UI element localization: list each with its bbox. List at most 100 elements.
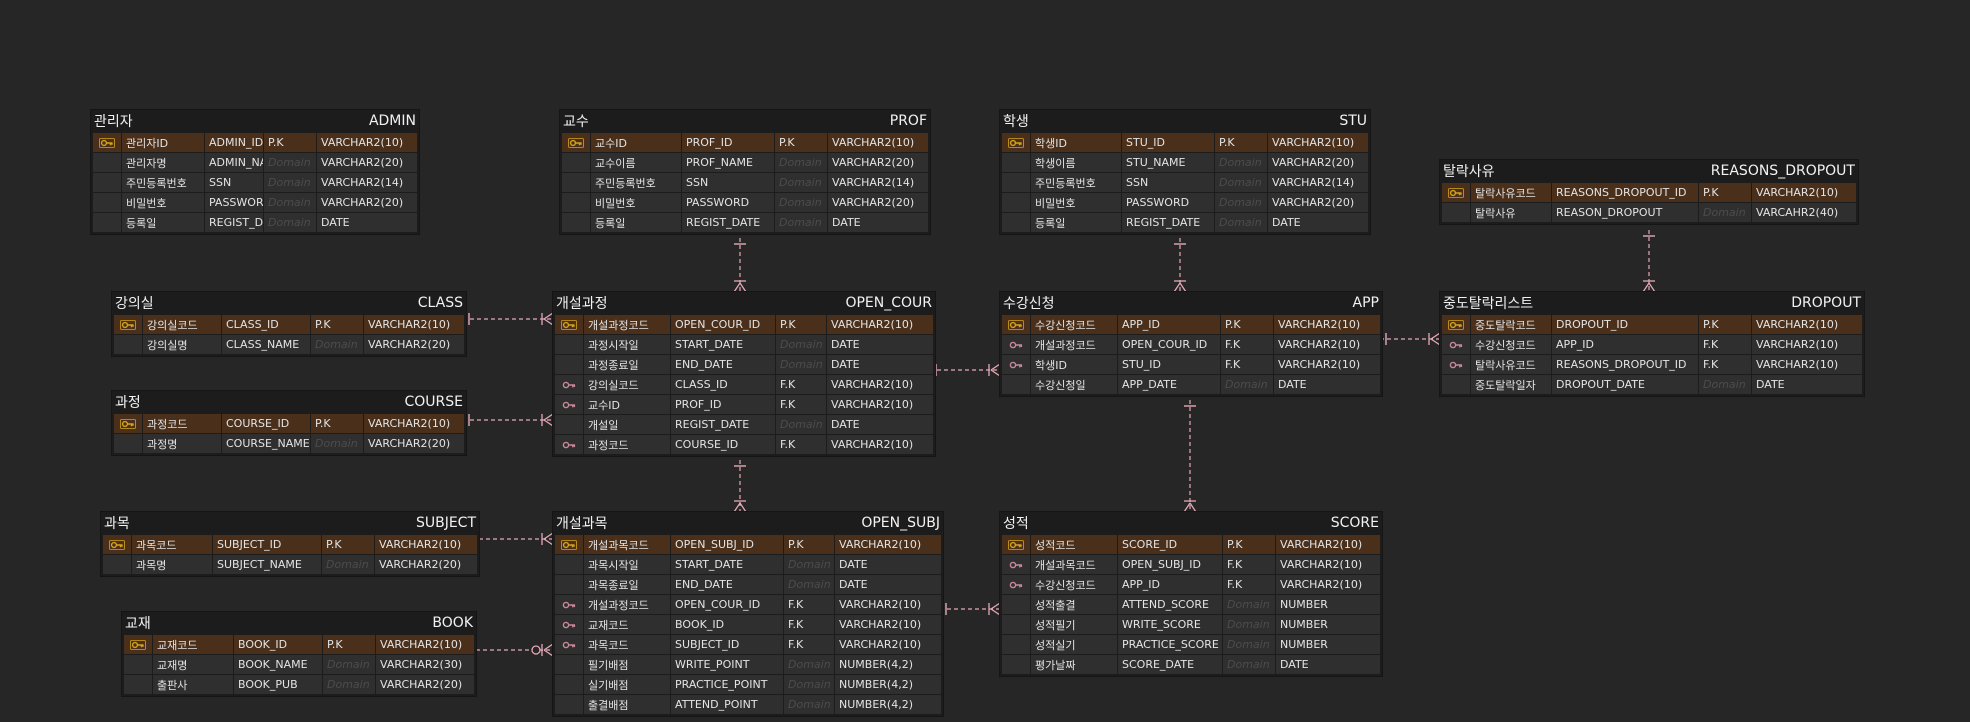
attribute-row[interactable]: 강의실명 CLASS_NAME Domain VARCHAR2(20) [114,335,464,354]
entity-open_subj[interactable]: 개설과목 OPEN_SUBJ 개설과목코드 OPEN_SUBJ_ID P.K VARCHA… [553,512,943,716]
attribute-row[interactable]: 성적코드 SCORE_ID P.K VARCHAR2(10) [1002,535,1380,554]
attribute-row[interactable]: 출판사 BOOK_PUB Domain VARCHAR2(20) [124,675,474,694]
attribute-column-name: COURSE_NAME [222,434,310,453]
attribute-row[interactable]: 등록일REGIST_DATEDomainDATE [562,213,928,232]
attribute-row[interactable]: 과정종료일 END_DATE Domain DATE [555,355,933,374]
attribute-korean-name: 과정코드 [143,414,221,433]
attribute-row[interactable]: 비밀번호PASSWORDDomainVARCHAR2(20) [93,193,417,212]
attribute-row[interactable]: 개설일 REGIST_DATE Domain DATE [555,415,933,434]
relationship-stu-app[interactable] [1173,238,1187,293]
entity-header[interactable]: 성적 SCORE [1000,512,1382,534]
relationship-app-score[interactable] [1183,400,1197,513]
attribute-row[interactable]: 과정코드 COURSE_ID P.K VARCHAR2(10) [114,414,464,433]
attribute-row[interactable]: 개설과정코드 OPEN_COUR_ID P.K VARCHAR2(10) [555,315,933,334]
entity-score[interactable]: 성적 SCORE 성적코드 SCORE_ID P.K VARCHAR2(10) 개설과목코드… [1000,512,1382,676]
attribute-data-type: VARCHAR2(10) [835,535,941,554]
attribute-row[interactable]: 개설과목코드 OPEN_SUBJ_ID P.K VARCHAR2(10) [555,535,941,554]
entity-name-english: COURSE [404,394,463,410]
attribute-row[interactable]: 강의실코드 CLASS_ID F.K VARCHAR2(10) [555,375,933,394]
attribute-row[interactable]: 과목시작일 START_DATE Domain DATE [555,555,941,574]
entity-header[interactable]: 과목 SUBJECT [101,512,479,534]
attribute-row[interactable]: 주민등록번호 SSN Domain VARCHAR2(14) [562,173,928,192]
relationship-reasons_dropout-dropout[interactable] [1642,230,1656,293]
attribute-row[interactable]: 과목종료일 END_DATE Domain DATE [555,575,941,594]
relationship-prof-open_cour[interactable] [733,238,747,293]
entity-header[interactable]: 수강신청 APP [1000,292,1382,314]
attribute-row[interactable]: 교재코드 BOOK_ID P.K VARCHAR2(10) [124,635,474,654]
entity-class[interactable]: 강의실 CLASS 강의실코드 CLASS_ID P.K VARCHAR2(10) 강의실명… [112,292,466,356]
attribute-row[interactable]: 교수ID PROF_ID F.K VARCHAR2(10) [555,395,933,414]
relationship-app-dropout[interactable] [1380,332,1441,346]
relationship-open_subj-score[interactable] [940,602,1001,616]
entity-header[interactable]: 교수 PROF [560,110,930,132]
attribute-row[interactable]: 과목코드 SUBJECT_ID P.K VARCHAR2(10) [103,535,477,554]
attribute-row[interactable]: 학생ID STU_ID F.K VARCHAR2(10) [1002,355,1380,374]
entity-header[interactable]: 중도탈락리스트 DROPOUT [1440,292,1864,314]
relationship-open_cour-open_subj[interactable] [733,460,747,513]
entity-header[interactable]: 학생 STU [1000,110,1370,132]
entity-header[interactable]: 강의실 CLASS [112,292,466,314]
attribute-row[interactable]: 탈락사유 REASON_DROPOUT Domain VARCAHR2(40) [1442,203,1856,222]
entity-admin[interactable]: 관리자 ADMIN 관리자ID ADMIN_ID P.K VARCHAR2(10) 관리자명… [91,110,419,234]
attribute-row[interactable]: 수강신청코드 APP_ID F.K VARCHAR2(10) [1442,335,1862,354]
attribute-row[interactable]: 중도탈락코드 DROPOUT_ID P.K VARCHAR2(10) [1442,315,1862,334]
entity-course[interactable]: 과정 COURSE 과정코드 COURSE_ID P.K VARCHAR2(10) 과정명 C… [112,391,466,455]
attribute-row[interactable]: 수강신청코드 APP_ID P.K VARCHAR2(10) [1002,315,1380,334]
attribute-row[interactable]: 개설과정코드 OPEN_COUR_ID F.K VARCHAR2(10) [555,595,941,614]
entity-header[interactable]: 개설과정 OPEN_COUR [553,292,935,314]
entity-reasons_dropout[interactable]: 탈락사유 REASONS_DROPOUT 탈락사유코드 REASONS_DROPOUT… [1440,160,1858,224]
attribute-row[interactable]: 탈락사유코드 REASONS_DROPOUT_ID F.K VARCHAR2(10) [1442,355,1862,374]
attribute-row[interactable]: 등록일REGIST_DATEDomainDATE [93,213,417,232]
attribute-row[interactable]: 필기배점 WRITE_POINT Domain NUMBER(4,2) [555,655,941,674]
entity-header[interactable]: 과정 COURSE [112,391,466,413]
entity-name-korean: 수강신청 [1003,296,1055,312]
attribute-row[interactable]: 평가날짜 SCORE_DATE Domain DATE [1002,655,1380,674]
attribute-row[interactable]: 비밀번호PASSWORDDomainVARCHAR2(20) [1002,193,1368,212]
attribute-row[interactable]: 교수이름 PROF_NAME Domain VARCHAR2(20) [562,153,928,172]
attribute-row[interactable]: 교재명 BOOK_NAME Domain VARCHAR2(30) [124,655,474,674]
attribute-row[interactable]: 주민등록번호 SSN Domain VARCHAR2(14) [1002,173,1368,192]
attribute-row[interactable]: 교재코드 BOOK_ID F.K VARCHAR2(10) [555,615,941,634]
attribute-row[interactable]: 등록일REGIST_DATEDomainDATE [1002,213,1368,232]
attribute-row[interactable]: 관리자명ADMIN_NAMEDomainVARCHAR2(20) [93,153,417,172]
entity-header[interactable]: 교재 BOOK [122,612,476,634]
attribute-constraint: P.K [1221,315,1273,334]
relationship-open_cour-app[interactable] [930,363,1001,377]
attribute-row[interactable]: 출결배점 ATTEND_POINT Domain NUMBER(4,2) [555,695,941,714]
entity-dropout[interactable]: 중도탈락리스트 DROPOUT 중도탈락코드 DROPOUT_ID P.K VARCHAR… [1440,292,1864,396]
entity-prof[interactable]: 교수 PROF 교수ID PROF_ID P.K VARCHAR2(10) 교수이름 PROF… [560,110,930,234]
attribute-row[interactable]: 과정코드 COURSE_ID F.K VARCHAR2(10) [555,435,933,454]
attribute-row[interactable]: 과목명 SUBJECT_NAME Domain VARCHAR2(20) [103,555,477,574]
attribute-row[interactable]: 주민등록번호 SSN Domain VARCHAR2(14) [93,173,417,192]
attribute-row[interactable]: 탈락사유코드 REASONS_DROPOUT_ID P.K VARCHAR2(10) [1442,183,1856,202]
entity-header[interactable]: 탈락사유 REASONS_DROPOUT [1440,160,1858,182]
attribute-row[interactable]: 수강신청일 APP_DATE Domain DATE [1002,375,1380,394]
attribute-row[interactable]: 성적출결 ATTEND_SCORE Domain NUMBER [1002,595,1380,614]
attribute-row[interactable]: 실기배점 PRACTICE_POINT Domain NUMBER(4,2) [555,675,941,694]
entity-subject[interactable]: 과목 SUBJECT 과목코드 SUBJECT_ID P.K VARCHAR2(10) 과목… [101,512,479,576]
attribute-row[interactable]: 교수ID PROF_ID P.K VARCHAR2(10) [562,133,928,152]
relationship-course-open_cour[interactable] [463,413,554,427]
attribute-row[interactable]: 수강신청코드 APP_ID F.K VARCHAR2(10) [1002,575,1380,594]
attribute-row[interactable]: 과정명 COURSE_NAME Domain VARCHAR2(20) [114,434,464,453]
attribute-row[interactable]: 강의실코드 CLASS_ID P.K VARCHAR2(10) [114,315,464,334]
entity-book[interactable]: 교재 BOOK 교재코드 BOOK_ID P.K VARCHAR2(10) 교재명 BOOK_… [122,612,476,696]
attribute-row[interactable]: 학생ID STU_ID P.K VARCHAR2(10) [1002,133,1368,152]
entity-stu[interactable]: 학생 STU 학생ID STU_ID P.K VARCHAR2(10) 학생이름 STU_NA… [1000,110,1370,234]
entity-header[interactable]: 관리자 ADMIN [91,110,419,132]
attribute-row[interactable]: 중도탈락일자 DROPOUT_DATE Domain DATE [1442,375,1862,394]
attribute-row[interactable]: 성적실기 PRACTICE_SCORE Domain NUMBER [1002,635,1380,654]
entity-app[interactable]: 수강신청 APP 수강신청코드 APP_ID P.K VARCHAR2(10) 개설과정코드… [1000,292,1382,396]
attribute-constraint: Domain [784,655,834,674]
relationship-class-open_cour[interactable] [463,312,554,326]
attribute-row[interactable]: 개설과정코드 OPEN_COUR_ID F.K VARCHAR2(10) [1002,335,1380,354]
attribute-row[interactable]: 과정시작일 START_DATE Domain DATE [555,335,933,354]
entity-open_cour[interactable]: 개설과정 OPEN_COUR 개설과정코드 OPEN_COUR_ID P.K VARCHA… [553,292,935,456]
attribute-row[interactable]: 개설과목코드 OPEN_SUBJ_ID F.K VARCHAR2(10) [1002,555,1380,574]
attribute-row[interactable]: 학생이름 STU_NAME Domain VARCHAR2(20) [1002,153,1368,172]
entity-header[interactable]: 개설과목 OPEN_SUBJ [553,512,943,534]
attribute-row[interactable]: 비밀번호PASSWORDDomainVARCHAR2(20) [562,193,928,212]
attribute-row[interactable]: 관리자ID ADMIN_ID P.K VARCHAR2(10) [93,133,417,152]
attribute-row[interactable]: 과목코드 SUBJECT_ID F.K VARCHAR2(10) [555,635,941,654]
attribute-row[interactable]: 성적필기 WRITE_SCORE Domain NUMBER [1002,615,1380,634]
